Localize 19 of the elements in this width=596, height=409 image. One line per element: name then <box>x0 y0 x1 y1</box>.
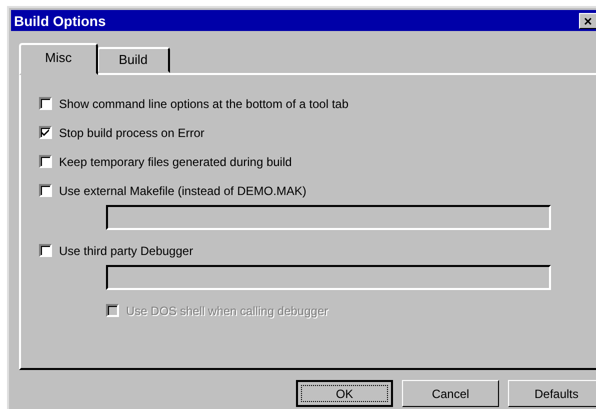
checkbox[interactable] <box>39 97 52 110</box>
checkbox[interactable] <box>39 155 52 168</box>
checkbox-label: Show command line options at the bottom of a tool tab <box>59 96 349 111</box>
tab[interactable]: Build <box>96 47 170 74</box>
dialog-button[interactable]: Cancel <box>402 380 499 407</box>
tab[interactable]: Misc <box>19 43 98 76</box>
dialog-button[interactable]: Defaults <box>508 380 596 407</box>
checkbox-label: Use third party Debugger <box>59 244 194 258</box>
checkmark-icon <box>41 128 50 138</box>
checkbox[interactable] <box>39 184 52 198</box>
checkbox-label: Use external Makefile (instead of DEMO.MAK) <box>59 184 306 198</box>
checkbox[interactable] <box>39 126 52 140</box>
window-title: Build Options <box>14 12 106 29</box>
close-button[interactable]: × <box>579 12 596 29</box>
checkbox-label: Stop build process on Error <box>59 126 204 140</box>
checkbox-label: Use DOS shell when calling debugger <box>126 304 328 318</box>
checkbox-label: Keep temporary files generated during build <box>59 154 292 169</box>
checkbox[interactable] <box>39 244 52 258</box>
dialog-button[interactable]: OK <box>296 380 393 407</box>
